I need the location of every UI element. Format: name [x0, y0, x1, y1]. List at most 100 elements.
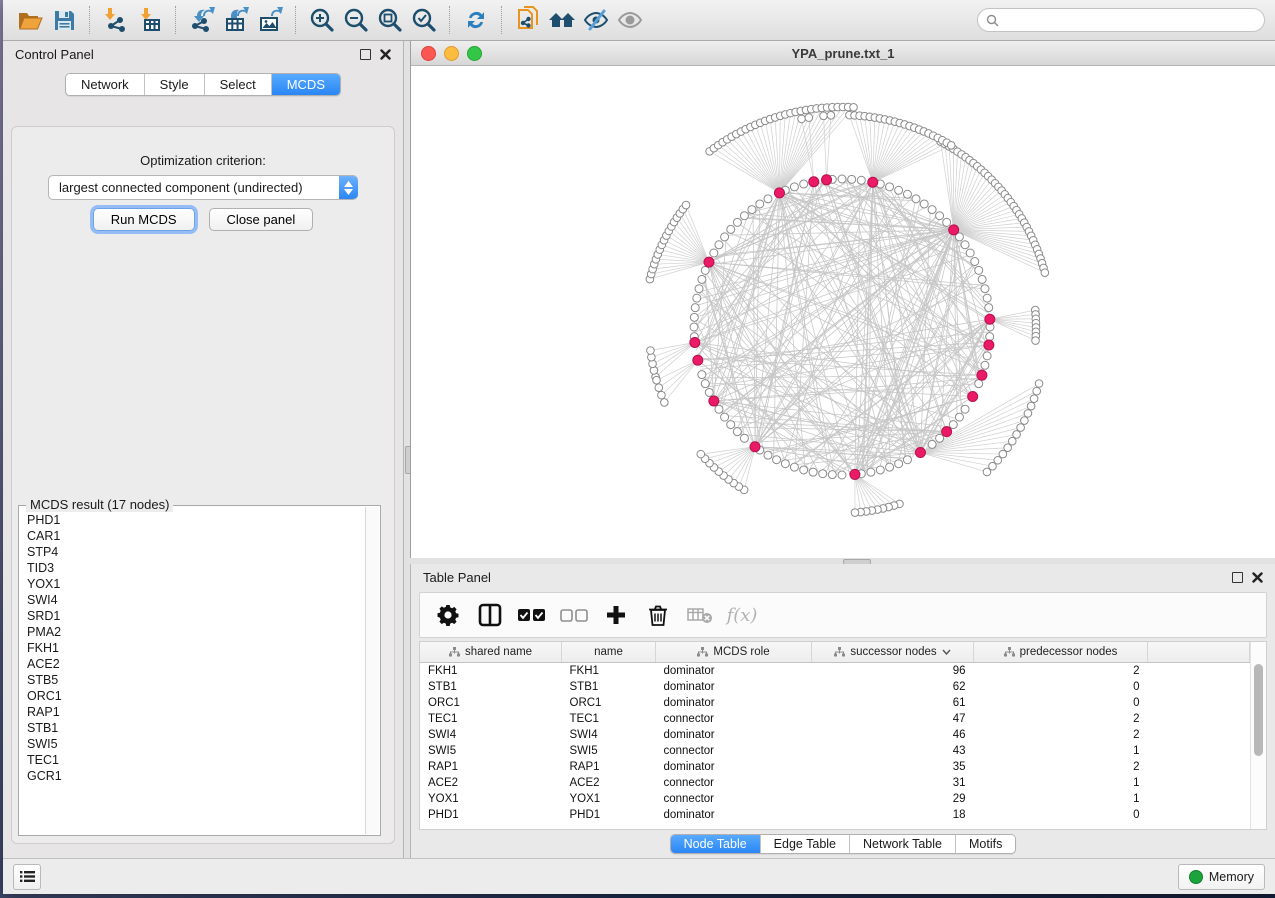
graph-node[interactable] [781, 460, 789, 468]
graph-hub-FKH1[interactable] [949, 225, 959, 235]
result-scrollbar[interactable] [365, 507, 379, 834]
graph-node[interactable] [790, 183, 798, 191]
column-header-successor-nodes[interactable]: successor nodes [812, 642, 974, 663]
result-node[interactable]: SWI5 [27, 736, 366, 752]
import-network-icon[interactable] [99, 4, 133, 36]
graph-node[interactable] [975, 266, 983, 274]
graph-leaf-node[interactable] [1027, 402, 1035, 410]
graph-node[interactable] [764, 451, 772, 459]
delete-column-icon[interactable] [644, 600, 672, 630]
graph-leaf-node[interactable] [658, 391, 666, 399]
graph-leaf-node[interactable] [798, 115, 806, 123]
graph-node[interactable] [895, 186, 903, 194]
graph-leaf-node[interactable] [647, 347, 655, 355]
graph-leaf-node[interactable] [1041, 269, 1049, 277]
tab-network[interactable]: Network [66, 74, 145, 95]
graph-hub-STP4[interactable] [822, 175, 832, 185]
tab-select[interactable]: Select [205, 74, 272, 95]
graph-leaf-node[interactable] [1008, 437, 1016, 445]
search-input[interactable] [1004, 12, 1256, 28]
network-overview-icon[interactable] [545, 4, 579, 36]
tab-node-table[interactable]: Node Table [671, 835, 761, 853]
graph-node[interactable] [867, 468, 875, 476]
open-session-icon[interactable] [13, 4, 47, 36]
result-node[interactable]: TID3 [27, 560, 366, 576]
graph-node[interactable] [876, 466, 884, 474]
table-row[interactable]: ACE2ACE2connector311 [420, 775, 1250, 791]
graph-node[interactable] [985, 304, 993, 312]
graph-node[interactable] [819, 470, 827, 478]
graph-node[interactable] [978, 275, 986, 283]
column-header-shared-name[interactable]: shared name [420, 642, 562, 663]
graph-node[interactable] [740, 212, 748, 220]
result-node[interactable]: RAP1 [27, 704, 366, 720]
deselect-all-icon[interactable] [560, 600, 588, 630]
graph-node[interactable] [809, 468, 817, 476]
graph-hub-TID3[interactable] [809, 177, 819, 187]
result-node[interactable]: TEC1 [27, 752, 366, 768]
zoom-selected-icon[interactable] [407, 4, 441, 36]
graph-hub-STB5[interactable] [977, 370, 987, 380]
graph-leaf-node[interactable] [1033, 387, 1041, 395]
graph-leaf-node[interactable] [661, 399, 669, 407]
graph-hub-SRD1[interactable] [968, 391, 978, 401]
graph-node[interactable] [838, 175, 846, 183]
graph-node[interactable] [715, 405, 723, 413]
graph-node[interactable] [790, 463, 798, 471]
import-table-icon[interactable] [133, 4, 167, 36]
graph-leaf-node[interactable] [805, 114, 813, 122]
graph-node[interactable] [943, 218, 951, 226]
table-row[interactable]: RAP1RAP1dominator352 [420, 759, 1250, 775]
graph-node[interactable] [690, 313, 698, 321]
graph-node[interactable] [920, 200, 928, 208]
result-node[interactable]: STB1 [27, 720, 366, 736]
graph-node[interactable] [986, 333, 994, 341]
column-header-MCDS-role[interactable]: MCDS role [656, 642, 812, 663]
table-row[interactable]: FKH1FKH1dominator962 [420, 663, 1250, 680]
export-image-icon[interactable] [253, 4, 287, 36]
graph-leaf-node[interactable] [1024, 410, 1032, 418]
graph-node[interactable] [733, 428, 741, 436]
network-graph[interactable] [411, 66, 1275, 558]
result-node[interactable]: GCR1 [27, 768, 366, 784]
result-node[interactable]: STB5 [27, 672, 366, 688]
table-row[interactable]: SWI4SWI4dominator462 [420, 727, 1250, 743]
result-node[interactable]: SRD1 [27, 608, 366, 624]
graph-node[interactable] [961, 405, 969, 413]
select-all-icon[interactable] [518, 600, 546, 630]
graph-node[interactable] [961, 241, 969, 249]
result-node[interactable]: PMA2 [27, 624, 366, 640]
zoom-in-icon[interactable] [305, 4, 339, 36]
graph-node[interactable] [857, 176, 865, 184]
memory-button[interactable]: Memory [1178, 864, 1265, 890]
graph-node[interactable] [981, 285, 989, 293]
graph-node[interactable] [949, 421, 957, 429]
graph-node[interactable] [764, 195, 772, 203]
graph-node[interactable] [848, 175, 856, 183]
table-row[interactable]: TEC1TEC1connector472 [420, 711, 1250, 727]
result-node[interactable]: PHD1 [27, 512, 366, 528]
table-row[interactable]: STB1STB1dominator620 [420, 679, 1250, 695]
network-canvas[interactable] [411, 66, 1275, 558]
graph-leaf-node[interactable] [653, 376, 661, 384]
graph-leaf-node[interactable] [655, 384, 663, 392]
column-layout-icon[interactable] [476, 600, 504, 630]
graph-leaf-node[interactable] [1021, 417, 1029, 425]
refresh-layout-icon[interactable] [459, 4, 493, 36]
graph-leaf-node[interactable] [682, 201, 690, 209]
table-row[interactable]: SWI5SWI5connector431 [420, 743, 1250, 759]
graph-node[interactable] [705, 388, 713, 396]
graph-leaf-node[interactable] [827, 111, 835, 119]
close-panel-button[interactable]: Close panel [209, 208, 314, 231]
tab-edge-table[interactable]: Edge Table [761, 835, 850, 853]
graph-node[interactable] [715, 241, 723, 249]
result-node[interactable]: YOX1 [27, 576, 366, 592]
table-row[interactable]: YOX1YOX1connector291 [420, 791, 1250, 807]
export-table-icon[interactable] [219, 4, 253, 36]
graph-node[interactable] [698, 275, 706, 283]
mcds-result-list[interactable]: PHD1CAR1STP4TID3YOX1SWI4SRD1PMA2FKH1ACE2… [20, 507, 366, 834]
graph-node[interactable] [886, 183, 894, 191]
export-network-icon[interactable] [185, 4, 219, 36]
result-node[interactable]: STP4 [27, 544, 366, 560]
graph-hub-PHD1[interactable] [690, 337, 700, 347]
